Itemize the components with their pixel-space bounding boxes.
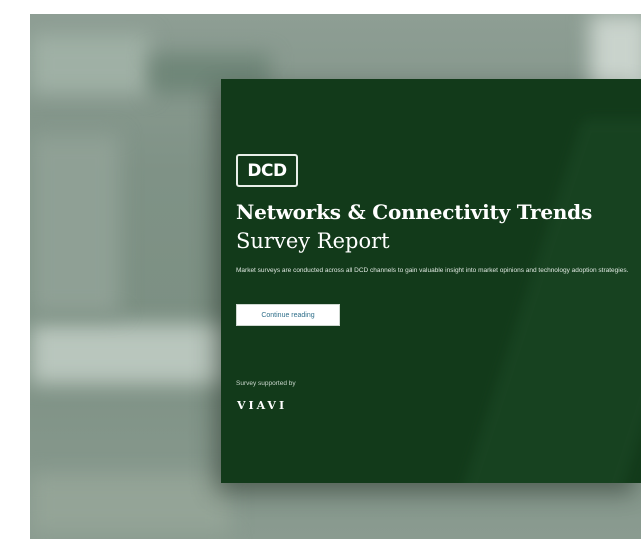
report-description: Market surveys are conducted across all … xyxy=(236,267,629,274)
report-title: Networks & Connectivity Trends xyxy=(236,200,593,224)
viavi-sponsor-logo: VIAVI xyxy=(237,399,288,412)
continue-reading-label: Continue reading xyxy=(261,311,315,319)
supported-by-label: Survey supported by xyxy=(236,380,296,387)
dcd-logo: DCD xyxy=(236,154,298,187)
page: DCD Networks & Connectivity Trends Surve… xyxy=(0,0,641,539)
background-blur-shape xyxy=(30,324,230,384)
dcd-logo-text: DCD xyxy=(247,160,287,181)
background-blur-shape xyxy=(30,474,230,534)
background-blur-shape xyxy=(30,134,120,314)
report-subtitle: Survey Report xyxy=(236,229,390,253)
continue-reading-button[interactable]: Continue reading xyxy=(236,304,340,326)
background-blur-shape xyxy=(30,34,150,94)
report-promo-card: DCD Networks & Connectivity Trends Surve… xyxy=(221,79,641,483)
